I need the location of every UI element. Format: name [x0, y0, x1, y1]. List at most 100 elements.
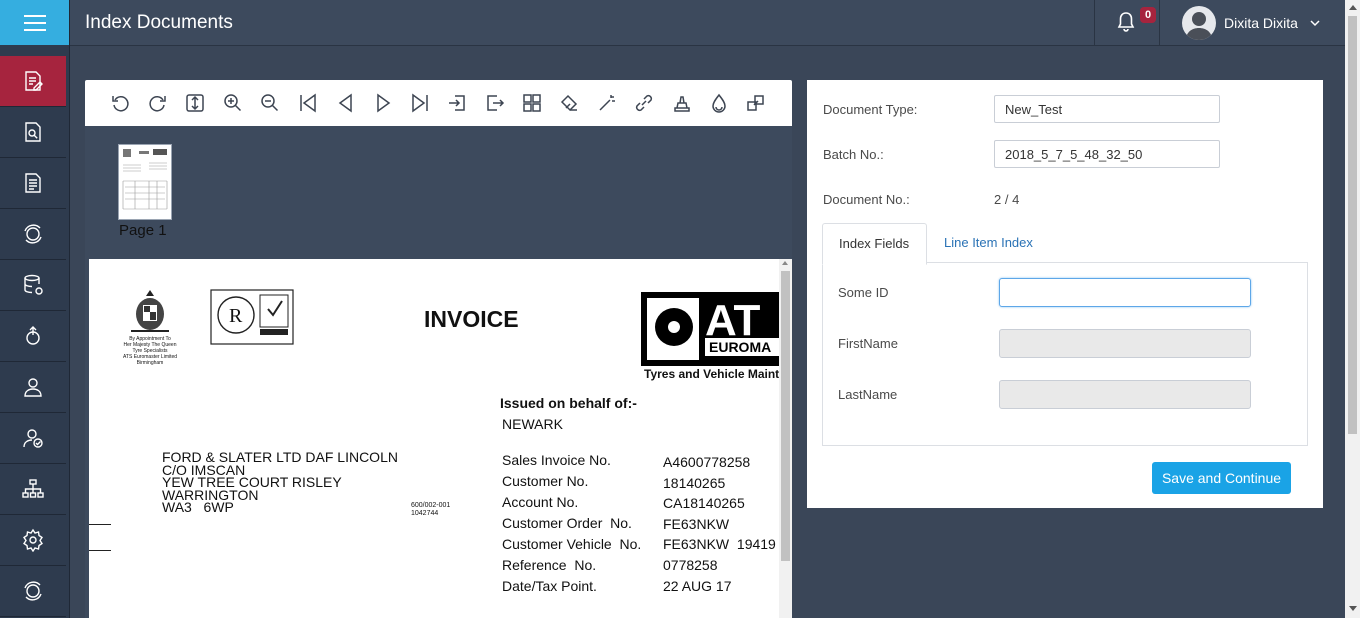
- stamp-button[interactable]: [670, 92, 694, 114]
- rotate-left-icon: [112, 96, 129, 112]
- menu-toggle-button[interactable]: [0, 0, 69, 45]
- chevron-down-icon[interactable]: [1310, 18, 1320, 28]
- edit-document-icon: [25, 71, 43, 91]
- sidebar-item-database[interactable]: [0, 260, 66, 311]
- sidebar-item-upload[interactable]: [0, 311, 66, 362]
- document-viewer: Page 1 By Appointment To Her Majesty The…: [85, 80, 792, 618]
- viewer-scrollbar[interactable]: [779, 259, 792, 618]
- royal-warrant-text: By Appointment To Her Majesty The Queen …: [115, 336, 185, 366]
- lastname-field[interactable]: [999, 380, 1251, 409]
- scroll-up-arrow-icon[interactable]: [1349, 5, 1357, 10]
- divider: [1094, 0, 1095, 45]
- fit-height-button[interactable]: [183, 92, 207, 114]
- page-thumbnail[interactable]: [118, 144, 172, 220]
- tab-index-fields[interactable]: Index Fields: [822, 223, 927, 265]
- address-line: WA3 6WP: [162, 499, 234, 515]
- field-value: 0778258: [663, 556, 718, 573]
- sync-icon: [24, 581, 42, 601]
- magic-wand-button[interactable]: [595, 92, 619, 114]
- sidebar-item-users[interactable]: [0, 362, 66, 413]
- field-label: Customer Order No.: [502, 515, 632, 531]
- move-icon: [747, 95, 764, 111]
- sidebar-item-documents[interactable]: [0, 158, 66, 209]
- some-id-label: Some ID: [838, 285, 889, 300]
- field-value: FE63NKW: [663, 515, 730, 532]
- zoom-out-button[interactable]: [258, 92, 282, 114]
- database-sync-icon: [24, 274, 43, 295]
- index-panel: Document Type: Batch No.: Document No.: …: [807, 80, 1323, 508]
- document-no-value: 2 / 4: [994, 192, 1020, 207]
- search-document-icon: [25, 122, 41, 142]
- issued-on-behalf-value: NEWARK: [502, 416, 563, 432]
- notification-badge: 0: [1140, 7, 1156, 23]
- field-label: Customer Vehicle No.: [502, 536, 642, 552]
- next-page-button[interactable]: [371, 92, 395, 114]
- batch-no-label: Batch No.:: [823, 147, 884, 162]
- index-tabs: Index Fields Line Item Index: [822, 223, 1308, 265]
- zoom-in-icon: [224, 94, 242, 112]
- viewer-scroll-thumb[interactable]: [781, 271, 790, 561]
- user-avatar-icon: [1186, 12, 1212, 40]
- zoom-in-button[interactable]: [221, 92, 245, 114]
- eraser-button[interactable]: [557, 92, 581, 114]
- sidebar-item-workflow[interactable]: [0, 209, 66, 260]
- user-icon: [24, 378, 42, 397]
- sidebar-item-user-roles[interactable]: [0, 413, 66, 464]
- tagline: Tyres and Vehicle Maint: [644, 367, 779, 381]
- document-code: 600/002-001 1042744: [411, 502, 450, 518]
- sync-icon: [24, 224, 42, 244]
- export-button[interactable]: [483, 92, 507, 114]
- import-button[interactable]: [445, 92, 469, 114]
- document-no-label: Document No.:: [823, 192, 910, 207]
- scroll-down-arrow-icon[interactable]: [1349, 606, 1357, 611]
- tab-line-item-index[interactable]: Line Item Index: [928, 223, 1049, 263]
- previous-page-button[interactable]: [334, 92, 358, 114]
- sidebar-item-search-documents[interactable]: [0, 107, 66, 158]
- first-page-icon: [300, 93, 316, 113]
- rotate-right-button[interactable]: [146, 92, 170, 114]
- lastname-label: LastName: [838, 387, 898, 402]
- page-scroll-thumb[interactable]: [1348, 16, 1357, 434]
- top-header: Index Documents 0 Dixita Dixita: [70, 0, 1345, 46]
- thumbnails-grid-icon: [523, 94, 541, 112]
- thumbnail-preview: [122, 149, 168, 210]
- zoom-out-icon: [261, 94, 279, 112]
- document-type-label: Document Type:: [823, 102, 918, 117]
- firstname-label: FirstName: [838, 336, 898, 351]
- document-type-field[interactable]: [994, 95, 1220, 123]
- avatar[interactable]: [1182, 6, 1216, 40]
- hamburger-icon: [23, 21, 46, 24]
- scroll-up-arrow-icon[interactable]: [782, 261, 788, 265]
- sidebar-item-sync[interactable]: [0, 566, 66, 617]
- link-button[interactable]: [632, 92, 656, 114]
- save-and-continue-button[interactable]: Save and Continue: [1152, 462, 1291, 494]
- some-id-field[interactable]: [999, 278, 1251, 307]
- last-page-button[interactable]: [408, 92, 432, 114]
- field-value: A4600778258: [663, 454, 751, 470]
- export-icon: [487, 95, 505, 111]
- move-button[interactable]: [744, 92, 768, 114]
- flame-button[interactable]: [707, 92, 731, 114]
- stamp-icon: [674, 96, 690, 112]
- rotate-left-button[interactable]: [108, 92, 132, 114]
- sidebar-item-index-documents[interactable]: [0, 56, 66, 107]
- first-page-button[interactable]: [296, 92, 320, 114]
- invoice-page: By Appointment To Her Majesty The Queen …: [89, 259, 779, 618]
- notification-bell-icon[interactable]: [1116, 11, 1136, 33]
- magic-wand-icon: [599, 95, 615, 111]
- user-name[interactable]: Dixita Dixita: [1224, 15, 1298, 31]
- sidebar-item-hierarchy[interactable]: [0, 464, 66, 515]
- thumbnails-button[interactable]: [520, 92, 544, 114]
- last-page-icon: [412, 93, 428, 113]
- sidebar: [0, 0, 70, 618]
- link-icon: [635, 94, 653, 112]
- rotate-right-icon: [149, 96, 166, 112]
- certification-logos: R: [210, 289, 294, 345]
- customer-address: FORD & SLATER LTD DAF LINCOLN C/O IMSCAN…: [162, 450, 398, 515]
- page-scrollbar[interactable]: [1345, 0, 1360, 618]
- sidebar-item-settings[interactable]: [0, 515, 66, 566]
- batch-no-field[interactable]: [994, 140, 1220, 168]
- index-fields-form: Some ID FirstName LastName: [822, 262, 1308, 446]
- firstname-field[interactable]: [999, 329, 1251, 358]
- flame-icon: [712, 93, 726, 113]
